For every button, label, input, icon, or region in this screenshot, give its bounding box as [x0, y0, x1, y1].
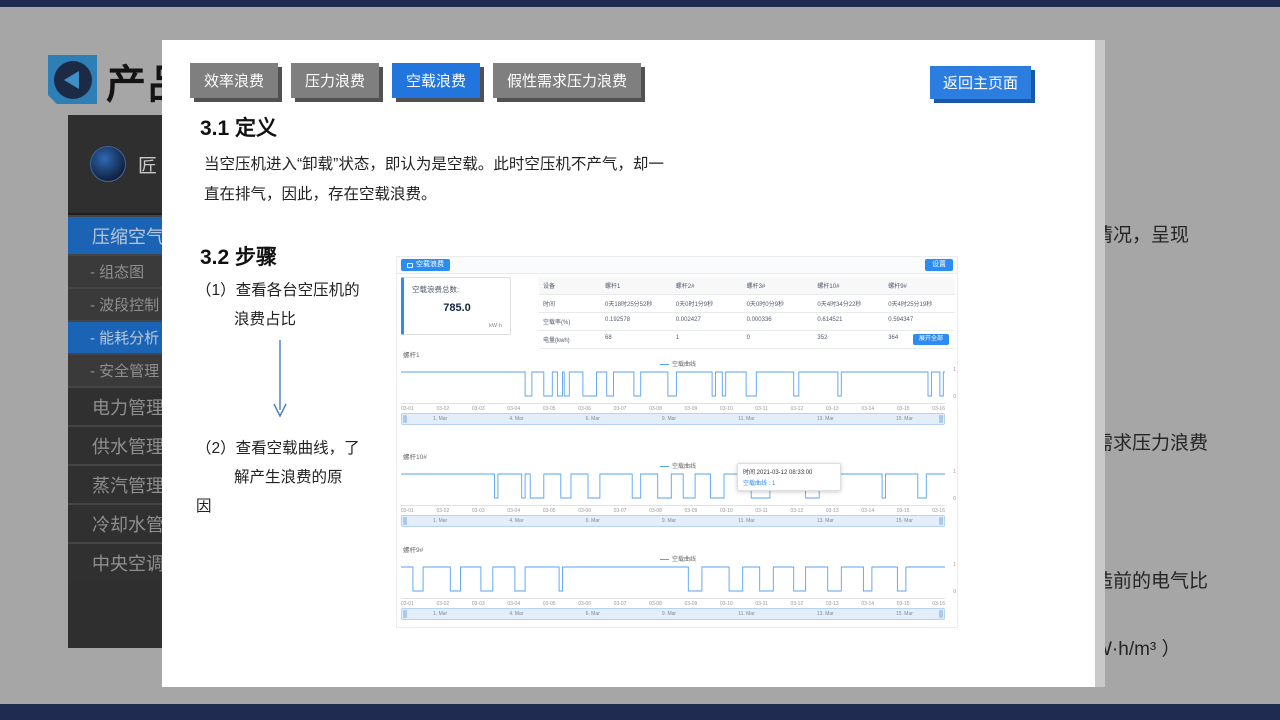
top-chrome-bar — [0, 0, 1280, 7]
chart-plot-area[interactable] — [401, 367, 945, 401]
step-1-text: （1）查看各台空压机的 浪费占比 — [196, 276, 386, 334]
column-header: 螺杆10# — [813, 277, 884, 294]
datazoom-slider[interactable]: 1. Mar4. Mar6. Mar9. Mar11. Mar13. Mar15… — [401, 608, 945, 620]
tab-4[interactable]: 假性需求压力浪费 — [493, 63, 641, 98]
chart-device-label: 螺杆9# — [403, 544, 423, 554]
cell-value: 0.002427 — [672, 313, 743, 330]
table-row: 空载率(%)0.1925780.0024270.0003360.6145210.… — [539, 313, 955, 331]
bottom-chrome-bar — [0, 704, 1280, 720]
y-axis-tick: 1 — [953, 469, 956, 475]
datazoom-slider[interactable]: 1. Mar4. Mar6. Mar9. Mar11. Mar13. Mar15… — [401, 515, 945, 527]
down-arrow-icon — [268, 338, 292, 420]
chart-plot-area[interactable] — [401, 562, 945, 596]
datazoom-slider[interactable]: 1. Mar4. Mar6. Mar9. Mar11. Mar13. Mar15… — [401, 413, 945, 425]
unload-curve-chart: 螺杆1空载曲线1003-0103-0203-0303-0403-0503-060… — [401, 349, 955, 439]
column-header: 螺杆9# — [884, 277, 955, 294]
cell-value: 0.192578 — [601, 313, 672, 330]
settings-button[interactable]: 设置 — [925, 259, 953, 271]
cell-value: 0.594347 — [884, 313, 955, 330]
device-waste-table: 设备螺杆1螺杆2#螺杆3#螺杆10#螺杆9# 时间0天18时25分52秒0天0时… — [539, 277, 955, 349]
chart-device-label: 螺杆1 — [403, 349, 420, 359]
legend-line-icon — [660, 466, 669, 467]
dashboard-screenshot: 空载浪费 设置 空载浪费总数: 785.0 kW·h 设备螺杆1螺杆2#螺杆3#… — [396, 256, 958, 628]
chart-tooltip: 时间 2021-03-12 08:33:00空载曲线 : 1 — [737, 463, 841, 491]
tab-2[interactable]: 压力浪费 — [291, 63, 379, 98]
tab-3[interactable]: 空载浪费 — [392, 63, 480, 98]
cell-value: 0天4时25分19秒 — [884, 295, 955, 312]
y-axis-tick: 0 — [953, 394, 956, 400]
expand-all-button[interactable]: 展开全部 — [913, 334, 949, 345]
background-text-fragment: W·h/m³ ） — [1094, 634, 1181, 661]
cell-value: 0.000336 — [743, 313, 814, 330]
column-header: 螺杆2# — [672, 277, 743, 294]
unload-waste-total-card: 空载浪费总数: 785.0 kW·h — [401, 277, 511, 335]
unit-label: kW·h — [489, 323, 502, 329]
chart-device-label: 螺杆10# — [403, 451, 427, 461]
y-axis-tick: 0 — [953, 496, 956, 502]
background-text-fragment: 情况，呈现 — [1094, 220, 1189, 247]
legend-line-icon — [660, 364, 669, 365]
cell-value: 0.614521 — [813, 313, 884, 330]
table-header-row: 设备螺杆1螺杆2#螺杆3#螺杆10#螺杆9# — [539, 277, 955, 295]
definition-text: 当空压机进入“卸载”状态，即认为是空载。此时空压机不产气，却一 直在排气，因此，… — [204, 150, 664, 210]
section-title-definition: 3.1 定义 — [200, 112, 277, 142]
chart-plot-area[interactable] — [401, 469, 945, 503]
background-text-fragment: 需求压力浪费 — [1094, 428, 1208, 455]
background-text-fragment: 造前的电气比 — [1094, 566, 1208, 593]
row-label: 空载率(%) — [539, 313, 601, 330]
row-label: 时间 — [539, 295, 601, 312]
legend-line-icon — [660, 559, 669, 560]
cell-value: 68 — [601, 331, 672, 348]
table-row: 时间0天18时25分52秒0天0时1分9秒0天0时0分9秒0天4时34分22秒0… — [539, 295, 955, 313]
y-axis-tick: 1 — [953, 562, 956, 568]
back-arrow-icon — [54, 61, 92, 99]
y-axis-tick: 0 — [953, 589, 956, 595]
sidebar-logo-icon — [90, 146, 126, 182]
row-label: 电量(kwh) — [539, 331, 601, 348]
cell-value: 0天0时0分9秒 — [743, 295, 814, 312]
return-main-button[interactable]: 返回主页面 — [930, 66, 1031, 99]
table-row: 电量(kwh)6810352364 — [539, 331, 955, 349]
step-2-text: （2）查看空载曲线，了 解产生浪费的原 因 — [196, 434, 391, 521]
cell-value: 0天4时34分22秒 — [813, 295, 884, 312]
section-title-steps: 3.2 步骤 — [200, 241, 277, 271]
x-axis-ticks: 03-0103-0203-0303-0403-0503-0603-0703-08… — [401, 403, 945, 412]
cell-value: 1 — [672, 331, 743, 348]
cell-value: 0天18时25分52秒 — [601, 295, 672, 312]
cell-value: 0天0时1分9秒 — [672, 295, 743, 312]
presentation-stage: 产品 匠 压缩空气- 组态图- 波段控制- 能耗分析- 安全管理电力管理供水管理… — [0, 0, 1280, 720]
column-header: 设备 — [539, 277, 601, 294]
folder-icon — [407, 263, 413, 268]
cell-value: 352 — [813, 331, 884, 348]
column-header: 螺杆1 — [601, 277, 672, 294]
product-logo — [48, 55, 97, 104]
column-header: 螺杆3# — [743, 277, 814, 294]
x-axis-ticks: 03-0103-0203-0303-0403-0503-0603-0703-08… — [401, 598, 945, 607]
cell-value: 0 — [743, 331, 814, 348]
x-axis-ticks: 03-0103-0203-0303-0403-0503-0603-0703-08… — [401, 505, 945, 514]
unload-curve-chart: 螺杆9#空载曲线1003-0103-0203-0303-0403-0503-06… — [401, 544, 955, 634]
sidebar-brand-label: 匠 — [138, 151, 157, 178]
dashboard-header: 空载浪费 设置 — [397, 257, 957, 274]
tab-1[interactable]: 效率浪费 — [190, 63, 278, 98]
waste-tabs: 效率浪费压力浪费空载浪费假性需求压力浪费 — [190, 63, 641, 98]
dashboard-title-badge: 空载浪费 — [401, 259, 450, 271]
total-value: 785.0 — [404, 302, 510, 314]
y-axis-tick: 1 — [953, 367, 956, 373]
unload-curve-chart: 螺杆10#空载曲线1003-0103-0203-0303-0403-0503-0… — [401, 451, 955, 541]
